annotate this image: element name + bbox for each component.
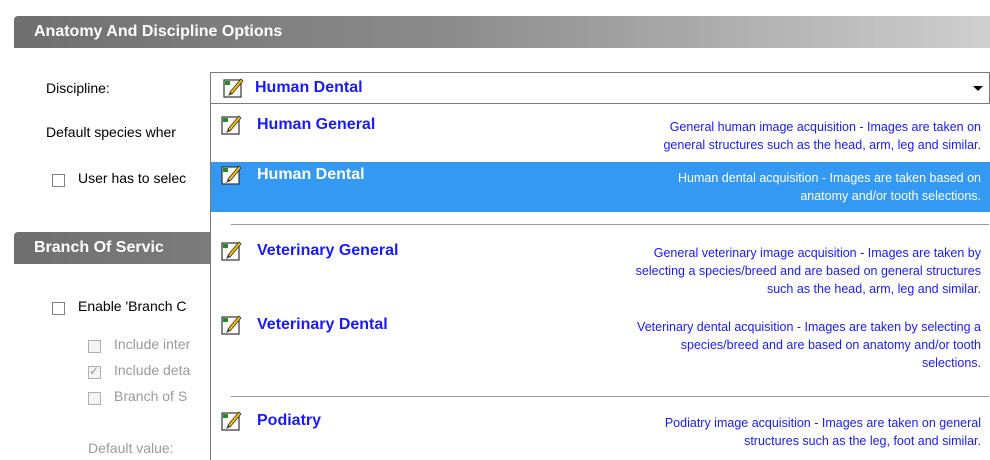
dropdown-arrow-icon[interactable] [967,73,989,103]
option-title: Podiatry [257,412,322,429]
pencil-edit-icon [221,240,243,262]
option-desc-line: general structures such as the head, arm… [663,138,981,152]
discipline-dropdown-list: Human General General human image acquis… [210,104,990,460]
branch-of-s-label: Branch of S [114,388,188,404]
option-desc-line: General veterinary image acquisition - I… [653,246,981,260]
include-deta-checkbox[interactable] [88,364,101,379]
option-description: Human dental acquisition - Images are ta… [531,169,981,205]
pencil-edit-icon [221,410,243,432]
anatomy-section-title: Anatomy And Discipline Options [34,23,283,40]
include-inter-checkbox[interactable] [88,340,101,353]
discipline-combobox[interactable]: Human Dental [210,72,990,104]
option-desc-line: species/breed and are based on anatomy a… [680,338,981,352]
option-desc-line: such as the head, arm, leg and similar. [766,282,981,296]
option-desc-line: selecting a species/breed and are based … [635,264,981,278]
option-veterinary-general[interactable]: Veterinary General General veterinary im… [211,230,990,306]
option-desc-line: General human image acquisition - Images… [669,120,981,134]
include-inter-label: Include inter [114,336,191,352]
option-human-general[interactable]: Human General General human image acquis… [211,104,990,160]
option-podiatry[interactable]: Podiatry Podiatry image acquisition - Im… [211,404,990,460]
discipline-selected-value: Human Dental [255,79,363,96]
include-deta-label: Include deta [114,362,191,378]
option-desc-line: selections. [921,356,981,370]
user-has-to-select-label: User has to selec [78,170,187,186]
option-desc-line: Human dental acquisition - Images are ta… [678,171,981,185]
option-desc-line: structures such as the leg, foot and sim… [744,434,981,448]
pencil-edit-icon [221,114,243,136]
option-desc-line: Veterinary dental acquisition - Images a… [637,320,981,334]
anatomy-section-header: Anatomy And Discipline Options [14,16,990,48]
enable-branch-label: Enable 'Branch C [78,298,187,314]
branch-of-s-checkbox[interactable] [88,392,101,405]
default-value-label: Default value: [88,440,174,456]
option-description: General veterinary image acquisition - I… [501,244,981,298]
option-description: Veterinary dental acquisition - Images a… [501,318,981,372]
default-species-label: Default species wher [46,124,176,140]
pencil-edit-icon [223,77,245,99]
option-human-dental[interactable]: Human Dental Human dental acquisition - … [211,162,990,212]
option-desc-line: anatomy and/or tooth selections. [800,189,981,203]
option-title: Veterinary General [257,242,399,259]
pencil-edit-icon [221,164,243,186]
option-description: Podiatry image acquisition - Images are … [531,414,981,450]
branch-section-title: Branch Of Servic [34,239,164,256]
option-title: Human General [257,116,376,133]
enable-branch-checkbox[interactable] [52,302,65,315]
option-title: Veterinary Dental [257,316,388,333]
user-has-to-select-checkbox[interactable] [52,174,65,187]
option-desc-line: Podiatry image acquisition - Images are … [664,416,981,430]
option-veterinary-dental[interactable]: Veterinary Dental Veterinary dental acqu… [211,308,990,388]
discipline-label: Discipline: [46,80,110,96]
option-description: General human image acquisition - Images… [531,118,981,154]
option-separator [231,224,989,225]
option-title: Human Dental [257,166,365,183]
option-separator [231,396,989,397]
pencil-edit-icon [221,314,243,336]
